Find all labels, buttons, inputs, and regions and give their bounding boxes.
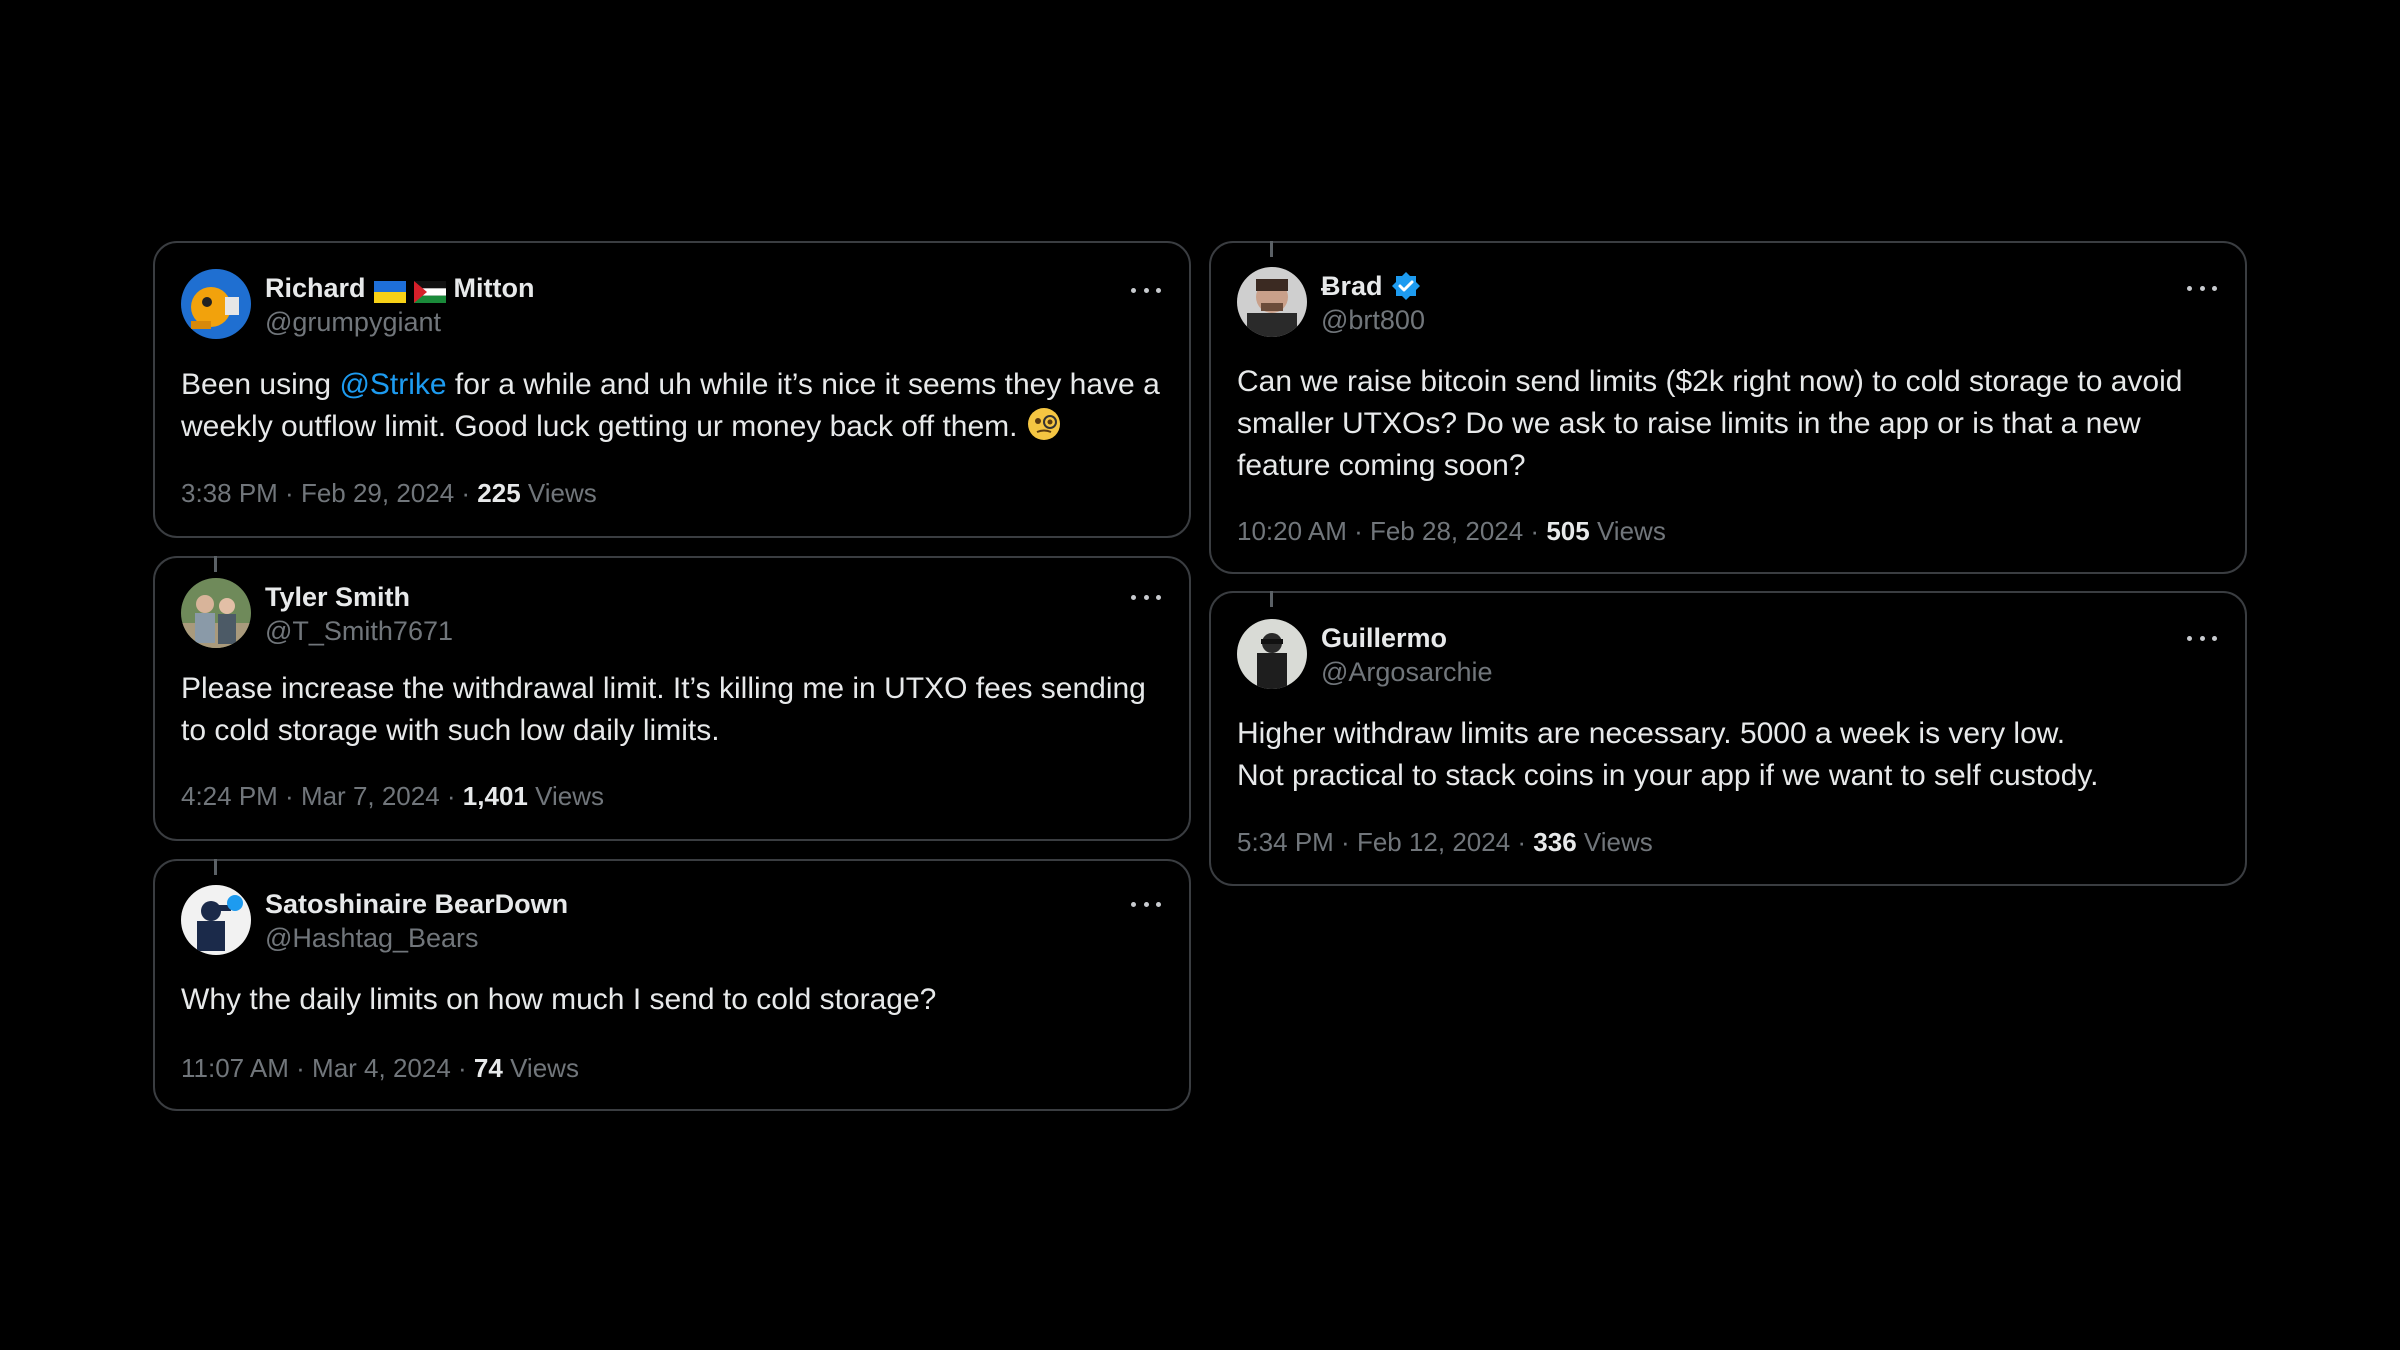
tweet-date[interactable]: Feb 29, 2024 <box>301 478 454 508</box>
tweet-date[interactable]: Feb 12, 2024 <box>1357 827 1510 857</box>
avatar[interactable] <box>181 885 251 955</box>
tweet-meta: 10:20 AM · Feb 28, 2024 · 505 Views <box>1237 516 1666 546</box>
thread-line <box>1270 591 1273 607</box>
handle[interactable]: @T_Smith7671 <box>265 614 453 648</box>
tweet-text: Higher withdraw limits are necessary. 50… <box>1237 713 2219 797</box>
tweet-text-line: Higher withdraw limits are necessary. 50… <box>1237 717 2066 750</box>
handle[interactable]: @Argosarchie <box>1321 655 1492 689</box>
display-name[interactable]: Tyler Smith <box>265 580 410 614</box>
tweet-card[interactable]: Richard Mitton @grumpygiant Been using @… <box>153 241 1191 538</box>
tweet-text: Why the daily limits on how much I send … <box>181 983 937 1016</box>
tweet-card[interactable]: Ƀrad @brt800 Can we raise bitcoin send l… <box>1209 241 2247 574</box>
more-options-icon[interactable] <box>1131 899 1161 909</box>
avatar[interactable] <box>181 269 251 339</box>
avatar[interactable] <box>1237 619 1307 689</box>
views-label: Views <box>1596 516 1666 546</box>
more-options-icon[interactable] <box>1131 592 1161 602</box>
thread-line <box>1270 241 1273 257</box>
handle[interactable]: @Hashtag_Bears <box>265 921 568 955</box>
avatar[interactable] <box>1237 267 1307 337</box>
ukraine-flag-icon <box>373 277 406 303</box>
tweet-text: Can we raise bitcoin send limits ($2k ri… <box>1237 365 2183 482</box>
tweet-date[interactable]: Mar 4, 2024 <box>312 1053 451 1083</box>
tweet-time[interactable]: 10:20 AM <box>1237 516 1347 546</box>
display-name-suffix[interactable]: Mitton <box>454 271 535 305</box>
tweet-text: Please increase the withdrawal limit. It… <box>181 672 1146 747</box>
tweet-time[interactable]: 4:24 PM <box>181 781 278 811</box>
views-count: 74 <box>473 1053 503 1083</box>
views-label: Views <box>535 781 604 811</box>
tweet-time[interactable]: 11:07 AM <box>181 1053 289 1083</box>
views-count: 1,401 <box>462 781 528 811</box>
tweet-meta: 4:24 PM · Mar 7, 2024 · 1,401 Views <box>181 781 604 811</box>
more-options-icon[interactable] <box>2187 283 2217 293</box>
more-options-icon[interactable] <box>2187 633 2217 643</box>
views-count: 505 <box>1546 516 1590 546</box>
tweet-card[interactable]: Guillermo @Argosarchie Higher withdraw l… <box>1209 591 2247 886</box>
views-label: Views <box>527 478 597 508</box>
monocle-face-emoji-icon <box>1026 406 1062 442</box>
tweet-text: Been using @Strike for a while and uh wh… <box>181 368 1160 443</box>
tweet-meta: 3:38 PM · Feb 29, 2024 · 225 Views <box>181 478 597 508</box>
handle[interactable]: @brt800 <box>1321 303 1425 337</box>
tweet-card[interactable]: Tyler Smith @T_Smith7671 Please increase… <box>153 556 1191 841</box>
display-name[interactable]: Ƀrad <box>1321 269 1383 303</box>
thread-line <box>214 859 217 875</box>
views-count: 225 <box>477 478 521 508</box>
palestine-flag-icon <box>413 277 446 303</box>
tweet-meta: 11:07 AM · Mar 4, 2024 · 74 Views <box>181 1053 579 1083</box>
tweet-card[interactable]: Satoshinaire BearDown @Hashtag_Bears Why… <box>153 859 1191 1111</box>
avatar[interactable] <box>181 578 251 648</box>
display-name[interactable]: Satoshinaire BearDown <box>265 887 568 921</box>
thread-line <box>214 556 217 572</box>
tweet-date[interactable]: Feb 28, 2024 <box>1370 516 1523 546</box>
views-count: 336 <box>1533 827 1577 857</box>
display-name[interactable]: Richard <box>265 271 366 305</box>
tweet-time[interactable]: 3:38 PM <box>181 478 278 508</box>
more-options-icon[interactable] <box>1131 285 1161 295</box>
views-label: Views <box>1583 827 1653 857</box>
tweet-time[interactable]: 5:34 PM <box>1237 827 1334 857</box>
tweet-text-line: Not practical to stack coins in your app… <box>1237 759 2099 792</box>
mention-link[interactable]: @Strike <box>339 368 446 401</box>
views-label: Views <box>510 1053 579 1083</box>
tweet-meta: 5:34 PM · Feb 12, 2024 · 336 Views <box>1237 827 1653 857</box>
tweet-date[interactable]: Mar 7, 2024 <box>301 781 440 811</box>
display-name[interactable]: Guillermo <box>1321 621 1447 655</box>
verified-badge-icon[interactable] <box>1391 271 1421 301</box>
handle[interactable]: @grumpygiant <box>265 305 535 339</box>
